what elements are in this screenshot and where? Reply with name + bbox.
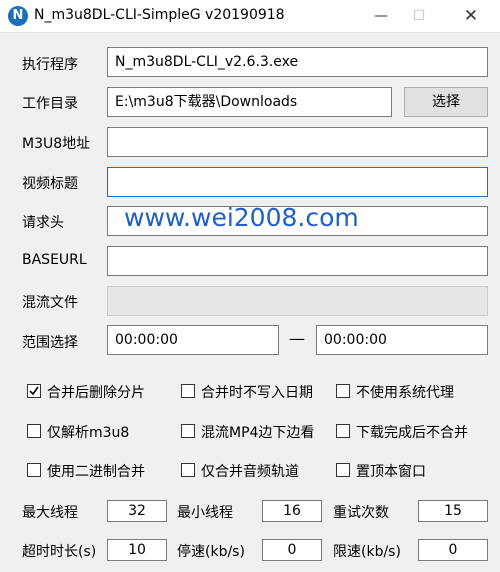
min-threads-input[interactable]: 16 [262,500,322,522]
video-title-label: 视频标题 [22,176,78,192]
url-label: M3U8地址 [22,136,91,152]
exe-label: 执行程序 [22,57,78,73]
checkbox-no-merge[interactable] [336,424,350,438]
checkbox-label[interactable]: 置顶本窗口 [356,461,426,481]
timeout-input[interactable]: 10 [107,539,167,561]
checkbox-delete-after-merge[interactable] [27,384,41,398]
exe-field[interactable]: N_m3u8DL-CLI_v2.6.3.exe [107,47,488,77]
checkbox-always-on-top[interactable] [336,463,350,477]
watermark-text: www.wei2008.com [124,203,359,232]
checkbox-label[interactable]: 合并时不写入日期 [201,382,313,402]
range-separator: — [289,329,305,348]
baseurl-label: BASEURL [22,252,87,268]
range-start-input[interactable]: 00:00:00 [107,325,279,355]
checkbox-label[interactable]: 仅合并音频轨道 [201,461,299,481]
workdir-label: 工作目录 [22,96,78,112]
checkbox-label[interactable]: 混流MP4边下边看 [201,422,314,442]
mux-file-field [107,286,488,316]
url-input[interactable] [107,127,488,157]
checkbox-label[interactable]: 不使用系统代理 [356,382,454,402]
checkbox-binary-merge[interactable] [27,463,41,477]
title-bar: N N_m3u8DL-CLI-SimpleG v20190918 — ☐ ✕ [0,0,500,33]
checkbox-label[interactable]: 下载完成后不合并 [356,422,468,442]
app-icon: N [8,6,28,26]
checkbox-label[interactable]: 使用二进制合并 [47,461,145,481]
checkbox-parse-only[interactable] [27,424,41,438]
checkbox-label[interactable]: 合并后删除分片 [47,382,145,402]
checkbox-audio-only-merge[interactable] [181,463,195,477]
limit-speed-label: 限速(kb/s) [333,544,401,560]
maximize-button[interactable]: ☐ [396,0,442,32]
range-end-input[interactable]: 00:00:00 [316,325,488,355]
close-button[interactable]: ✕ [448,0,494,32]
max-threads-label: 最大线程 [22,505,78,521]
headers-label: 请求头 [22,215,64,231]
checkbox-label[interactable]: 仅解析m3u8 [47,422,129,442]
timeout-label: 超时时长(s) [22,544,97,560]
check-icon [29,386,39,396]
baseurl-input[interactable] [107,246,488,276]
checkbox-mux-mp4-live[interactable] [181,424,195,438]
checkbox-no-system-proxy[interactable] [336,384,350,398]
video-title-input[interactable] [107,167,488,197]
retry-label: 重试次数 [333,505,389,521]
workdir-field[interactable]: E:\m3u8下载器\Downloads [107,87,392,117]
stop-speed-label: 停速(kb/s) [177,544,245,560]
retry-input[interactable]: 15 [418,500,488,522]
limit-speed-input[interactable]: 0 [418,539,488,561]
mux-file-label: 混流文件 [22,295,78,311]
stop-speed-input[interactable]: 0 [262,539,322,561]
max-threads-input[interactable]: 32 [107,500,167,522]
range-label: 范围选择 [22,335,78,351]
checkbox-no-date-on-merge[interactable] [181,384,195,398]
window-title: N_m3u8DL-CLI-SimpleG v20190918 [34,7,285,23]
min-threads-label: 最小线程 [177,505,233,521]
browse-button[interactable]: 选择 [404,87,488,117]
